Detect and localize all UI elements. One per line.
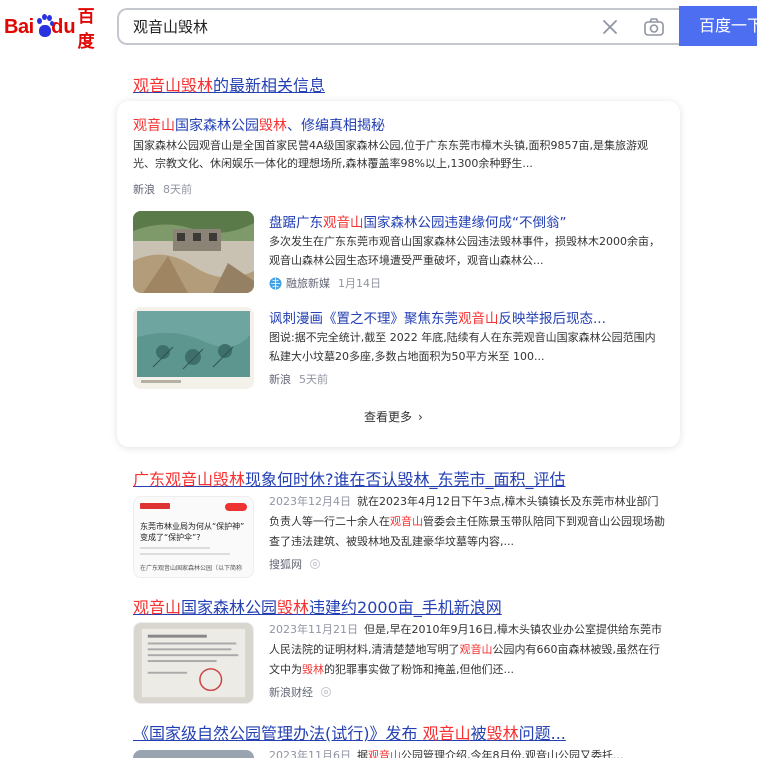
news-thumbnail[interactable] [133,307,254,389]
title-text: 现象何时休?谁在否认毁林_东莞市_面积_评估 [245,470,566,489]
result-desc: 2023年11月21日 但是,早在2010年9月16日,樟木头镇农业办公室提供给东… [269,620,669,680]
highlight: 观音山毁林 [165,470,246,489]
news-main-desc: 国家森林公园观音山是全国首家民营4A级国家森林公园,位于广东东莞市樟木头镇,面积… [133,139,649,170]
news-source: 融旅新媒 [286,277,330,290]
result-date: 2023年12月4日 [269,495,351,508]
news-item-desc: 图说:据不完全统计,截至 2022 年底,陆续有人在东莞观音山国家森林公园范围内… [269,331,656,363]
highlight: 毁林 [277,598,310,617]
title-text: 盘踞广东 [269,215,323,231]
see-more-label: 查看更多 [364,410,413,424]
title-text: 《国家级自然公园管理办法(试行)》发布 [133,724,423,743]
highlight: 毁林 [486,724,519,743]
highlight: 观音山 [133,118,175,134]
logo-text-du: du [51,15,76,38]
clear-icon[interactable] [601,18,619,36]
news-section-title[interactable]: 观音山毁林的最新相关信息 [133,72,325,96]
highlight: 观音山 [368,749,401,758]
news-item-title[interactable]: 盘踞广东观音山国家森林公园违建缘何成“不倒翁” [269,211,567,231]
globe-icon [269,277,282,289]
news-main-meta: 新浪 8天前 [133,181,192,197]
result-meta: 新浪财经 [269,684,331,700]
title-text: 国家森林公园违建缘何成“不倒翁” [363,215,567,231]
result-meta: 搜狐网 [269,556,320,572]
title-text: 违建约2000亩_手机新浪网 [309,598,502,617]
news-time: 8天前 [163,183,192,196]
news-item-meta: 融旅新媒 1月14日 [269,275,381,291]
source-ring-icon [310,559,320,569]
thumb-line: 东莞市林业局为何从“保护神” [140,522,245,531]
highlight: 观音山 [458,311,499,327]
news-title-highlight: 观音山毁林 [133,76,214,95]
highlight: 观音山 [323,215,364,231]
desc-text: 据 [357,749,368,758]
paw-icon [35,14,54,40]
highlight: 观音山 [390,515,423,528]
search-input[interactable] [133,10,573,43]
search-result: 观音山国家森林公园毁林违建约2000亩_手机新浪网 2023年11月21日 但是,… [133,594,673,709]
title-text: 、修编真相揭秘 [287,118,385,134]
logo-text-bai: Bai [4,15,34,38]
result-desc: 2023年12月4日 就在2023年4月12日下午3点,樟木头镇镇长及东莞市林业部… [269,492,669,552]
title-text: 反映举报后现态... [498,311,606,327]
result-title[interactable]: 观音山国家森林公园毁林违建约2000亩_手机新浪网 [133,594,502,618]
result-source[interactable]: 新浪财经 [269,684,313,700]
news-source: 新浪 [133,183,155,196]
news-time: 5天前 [299,373,328,386]
news-main-title[interactable]: 观音山国家森林公园毁林、修编真相揭秘 [133,115,385,135]
news-time: 1月14日 [338,277,381,290]
news-item-desc: 多次发生在广东东莞市观音山国家森林公园违法毁林事件，损毁林木2000余亩，观音山… [269,235,660,267]
search-result: 广东观音山毁林现象何时休?谁在否认毁林_东莞市_面积_评估 东莞市林业局为何从“… [133,466,673,581]
highlight: 观音山 [459,643,493,656]
see-more-link[interactable]: 查看更多 › [364,408,423,425]
search-button[interactable]: 百度一下 [679,6,757,46]
news-item-title[interactable]: 讽刺漫画《置之不理》聚焦东莞观音山反映举报后现态... [269,307,606,327]
search-result: 《国家级自然公园管理办法(试行)》发布 观音山被毁林问题... 2023年11月… [133,720,673,758]
chevron-right-icon: › [418,410,423,424]
result-source[interactable]: 搜狐网 [269,556,302,572]
news-source: 新浪 [269,373,291,386]
news-item: 盘踞广东观音山国家森林公园违建缘何成“不倒翁” 多次发生在广东东莞市观音山国家森… [133,211,673,295]
result-title[interactable]: 广东观音山毁林现象何时休?谁在否认毁林_东莞市_面积_评估 [133,466,566,490]
title-text: 被 [470,724,487,743]
highlight: 毁林 [259,118,287,134]
thumb-caption: 在广东观音山国家森林公园（以下简称 [140,565,243,572]
news-title-text: 的最新相关信息 [213,76,326,95]
highlight: 毁林 [302,663,324,676]
news-thumbnail[interactable] [133,211,254,293]
title-text: 讽刺漫画《置之不理》聚焦东莞 [269,311,458,327]
search-box [117,8,679,45]
result-thumbnail[interactable]: 东莞市林业局为何从“保护神” 变成了“保护伞”? 在广东观音山国家森林公园（以下简… [133,496,254,578]
news-card: 观音山国家森林公园毁林、修编真相揭秘 国家森林公园观音山是全国首家民营4A级国家… [117,101,680,447]
desc-text: 公园管理介绍,今年8月份,观音山公园又委托... [401,749,624,758]
baidu-logo[interactable]: Bai du 百度 [4,7,104,52]
header: Bai du 百度 百度一下 [0,0,757,52]
source-ring-icon [321,687,331,697]
title-text: 国家森林公园 [175,118,259,134]
result-title[interactable]: 《国家级自然公园管理办法(试行)》发布 观音山被毁林问题... [133,720,566,744]
news-item-meta: 新浪 5天前 [269,371,328,387]
thumb-line: 变成了“保护伞”? [140,533,201,542]
result-date: 2023年11月6日 [269,749,351,758]
result-desc: 2023年11月6日 据观音山公园管理介绍,今年8月份,观音山公园又委托... [269,746,669,758]
highlight: 观音山 [133,598,182,617]
camera-icon[interactable] [643,17,665,37]
highlight: 观音山 [422,724,471,743]
result-date: 2023年11月21日 [269,623,358,636]
title-text: 国家森林公园 [181,598,278,617]
highlight: 广东 [133,470,166,489]
logo-text-cn: 百度 [77,7,95,52]
desc-text: 的犯罪事实做了粉饰和掩盖,但他们还... [324,663,514,676]
result-thumbnail[interactable] [133,622,254,704]
thumb-text: 东莞市林业局为何从“保护神” 变成了“保护伞”? [140,521,244,543]
title-text: 问题... [518,724,566,743]
result-thumbnail[interactable] [133,750,254,758]
news-item: 讽刺漫画《置之不理》聚焦东莞观音山反映举报后现态... 图说:据不完全统计,截至… [133,307,673,391]
